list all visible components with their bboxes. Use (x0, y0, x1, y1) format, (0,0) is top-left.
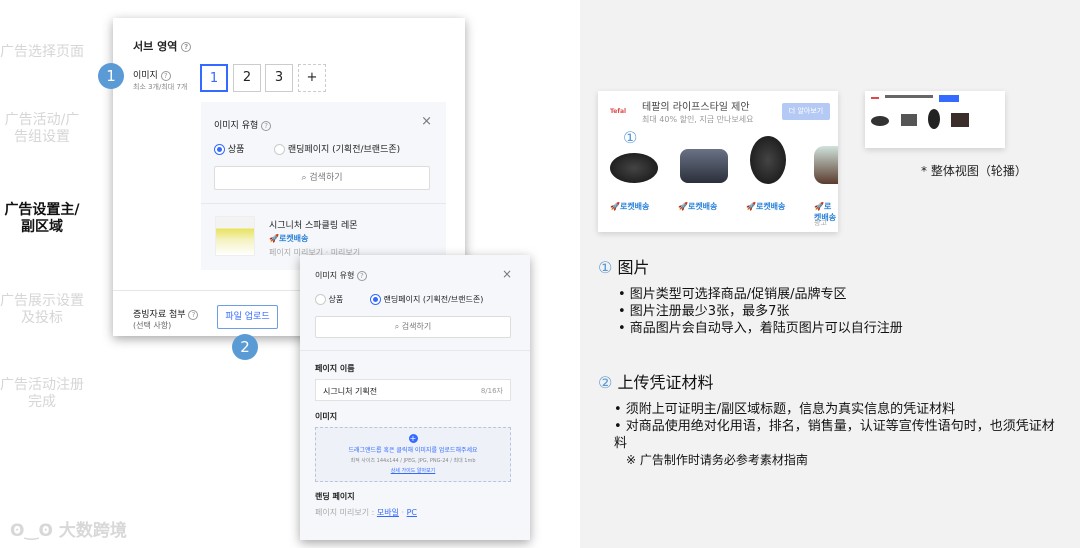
close-icon[interactable]: × (421, 114, 432, 129)
section-number: ② (598, 373, 613, 392)
image-slot-2[interactable]: 2 (233, 64, 261, 92)
attach-label: 증빙자료 첨부 (133, 310, 186, 320)
search-input[interactable]: ⌕ 검색하기 (315, 316, 511, 338)
rocket-delivery: 🚀로켓배송 (678, 202, 718, 211)
upload-spec: 최적 사이즈 144x144 / JPEG, JPG, PNG-24 / 최대 … (350, 458, 476, 464)
product-image-frypan (750, 136, 786, 184)
note-item: • 图片注册最少3张，最多7张 (618, 304, 790, 319)
ad-title: 테팔의 라이프스타일 제안 (642, 102, 750, 113)
file-upload-button[interactable]: 파일 업로드 (217, 305, 278, 329)
note-item: • 图片类型可选择商品/促销展/品牌专区 (618, 287, 847, 302)
section-title: 서브 영역 (133, 40, 178, 53)
help-icon[interactable]: ? (188, 309, 199, 320)
section-title: 上传凭证材料 (617, 373, 714, 392)
upload-text: 드래그앤드롭 혹은 클릭해 이미지를 업로드해주세요 (348, 447, 478, 454)
product-image-pan (610, 153, 658, 183)
image-slot-1[interactable]: 1 (200, 64, 228, 92)
image-type-popup: 이미지 유형 ? × 상품 랜딩페이지 (기획전/브랜드존) ⌕ 검색하기 시그… (201, 102, 446, 270)
product-image-pot (680, 149, 728, 183)
watermark-logo: ʘ‿ʘ 大数跨境 (10, 521, 127, 541)
landing-label: 랜딩 페이지 (315, 492, 355, 501)
section-number: ① (598, 258, 613, 277)
product-image-wok (814, 146, 838, 184)
image-slot-3[interactable]: 3 (265, 64, 293, 92)
preview-label: 페이지 미리보기 : (315, 508, 375, 517)
page-name-label: 페이지 이름 (315, 364, 355, 373)
popup-title: 이미지 유형 (214, 121, 259, 131)
product-thumbnail (215, 216, 255, 256)
help-icon[interactable]: ? (261, 120, 272, 131)
step-2: 广告活动/广告组设置 (4, 112, 80, 145)
step-5: 广告活动注册完成 (0, 377, 84, 410)
ad-overview-thumbnail (865, 91, 1005, 148)
image-hint: 최소 3개/최대 7개 (133, 83, 188, 91)
step-1: 广告选择页面 (0, 44, 84, 60)
note-item: • 商品图片会自动导入，着陆页图片可以自行注册 (618, 321, 903, 336)
notes-section-2: ② 上传凭证材料 • 须附上可证明主/副区域标题，信息为真实信息的凭证材料 • … (598, 369, 1058, 469)
char-count: 8/16자 (480, 387, 503, 395)
image-label: 이미지 (133, 71, 158, 81)
radio-landing[interactable]: 랜딩페이지 (기획전/브랜드존) (274, 142, 400, 155)
note-item: • 对商品使用绝对化用语，排名，销售量，认证等宣传性语句时，也须凭证材料 (614, 419, 1055, 451)
ad-label: 광고 (814, 219, 827, 227)
guide-link[interactable]: 상세 가이드 알아보기 (316, 467, 510, 474)
product-name: 시그니처 스파클링 레몬 (269, 221, 358, 231)
section-title: 图片 (617, 258, 650, 277)
help-icon[interactable]: ? (356, 270, 367, 281)
close-icon[interactable]: × (502, 267, 512, 281)
step-3-active: 广告设置主/副区域 (4, 202, 80, 235)
radio-product[interactable]: 상품 (214, 142, 244, 155)
image-dropzone[interactable]: + 드래그앤드롭 혹은 클릭해 이미지를 업로드해주세요 최적 사이즈 144x… (315, 427, 511, 482)
overview-caption: * 整体视图（轮播） (921, 164, 1027, 178)
landing-page-popup: 이미지 유형 ? × 상품 랜딩페이지 (기획전/브랜드존) ⌕ 검색하기 페이… (300, 255, 530, 540)
radio-product[interactable]: 상품 (315, 294, 343, 305)
rocket-delivery: 🚀로켓배송 (610, 202, 650, 211)
help-icon[interactable]: ? (181, 42, 192, 52)
radio-landing[interactable]: 랜딩페이지 (기획전/브랜드존) (370, 294, 483, 305)
ad-marker: ① (623, 128, 638, 147)
brand-logo: Tefal (610, 108, 627, 115)
ad-subtitle: 최대 40% 할인, 지금 만나보세요 (642, 115, 754, 124)
search-input[interactable]: ⌕ 검색하기 (214, 166, 430, 190)
add-icon: + (408, 434, 418, 443)
marker-badge-2: 2 (232, 334, 258, 360)
add-image-slot[interactable]: + (298, 64, 326, 92)
note-item: • 须附上可证明主/副区域标题，信息为真实信息的凭证材料 (614, 402, 956, 417)
popup-title: 이미지 유형 (315, 271, 355, 280)
page-name-input[interactable]: 시그니처 기획전 8/16자 (315, 379, 511, 401)
attach-hint: (선택 사항) (133, 321, 172, 330)
ad-preview-card: Tefal 테팔의 라이프스타일 제안 최대 40% 할인, 지금 만나보세요 … (598, 91, 838, 232)
help-icon[interactable]: ? (160, 70, 171, 81)
notes-section-1: ① 图片 • 图片类型可选择商品/促销展/品牌专区 • 图片注册最少3张，最多7… (598, 254, 903, 337)
preview-mobile-link[interactable]: 모바일 (377, 508, 399, 517)
rocket-delivery: 🚀로켓배송 (746, 202, 786, 211)
marker-badge-1: 1 (98, 63, 124, 89)
learn-more-button[interactable]: 더 알아보기 (782, 103, 830, 120)
note-footnote: ※ 广告制作时请务必参考素材指南 (626, 453, 808, 467)
image-label: 이미지 (315, 412, 338, 421)
step-4: 广告展示设置及投标 (0, 293, 84, 326)
preview-pc-link[interactable]: PC (407, 508, 417, 517)
rocket-delivery-badge: 🚀로켓배송 (269, 234, 309, 243)
